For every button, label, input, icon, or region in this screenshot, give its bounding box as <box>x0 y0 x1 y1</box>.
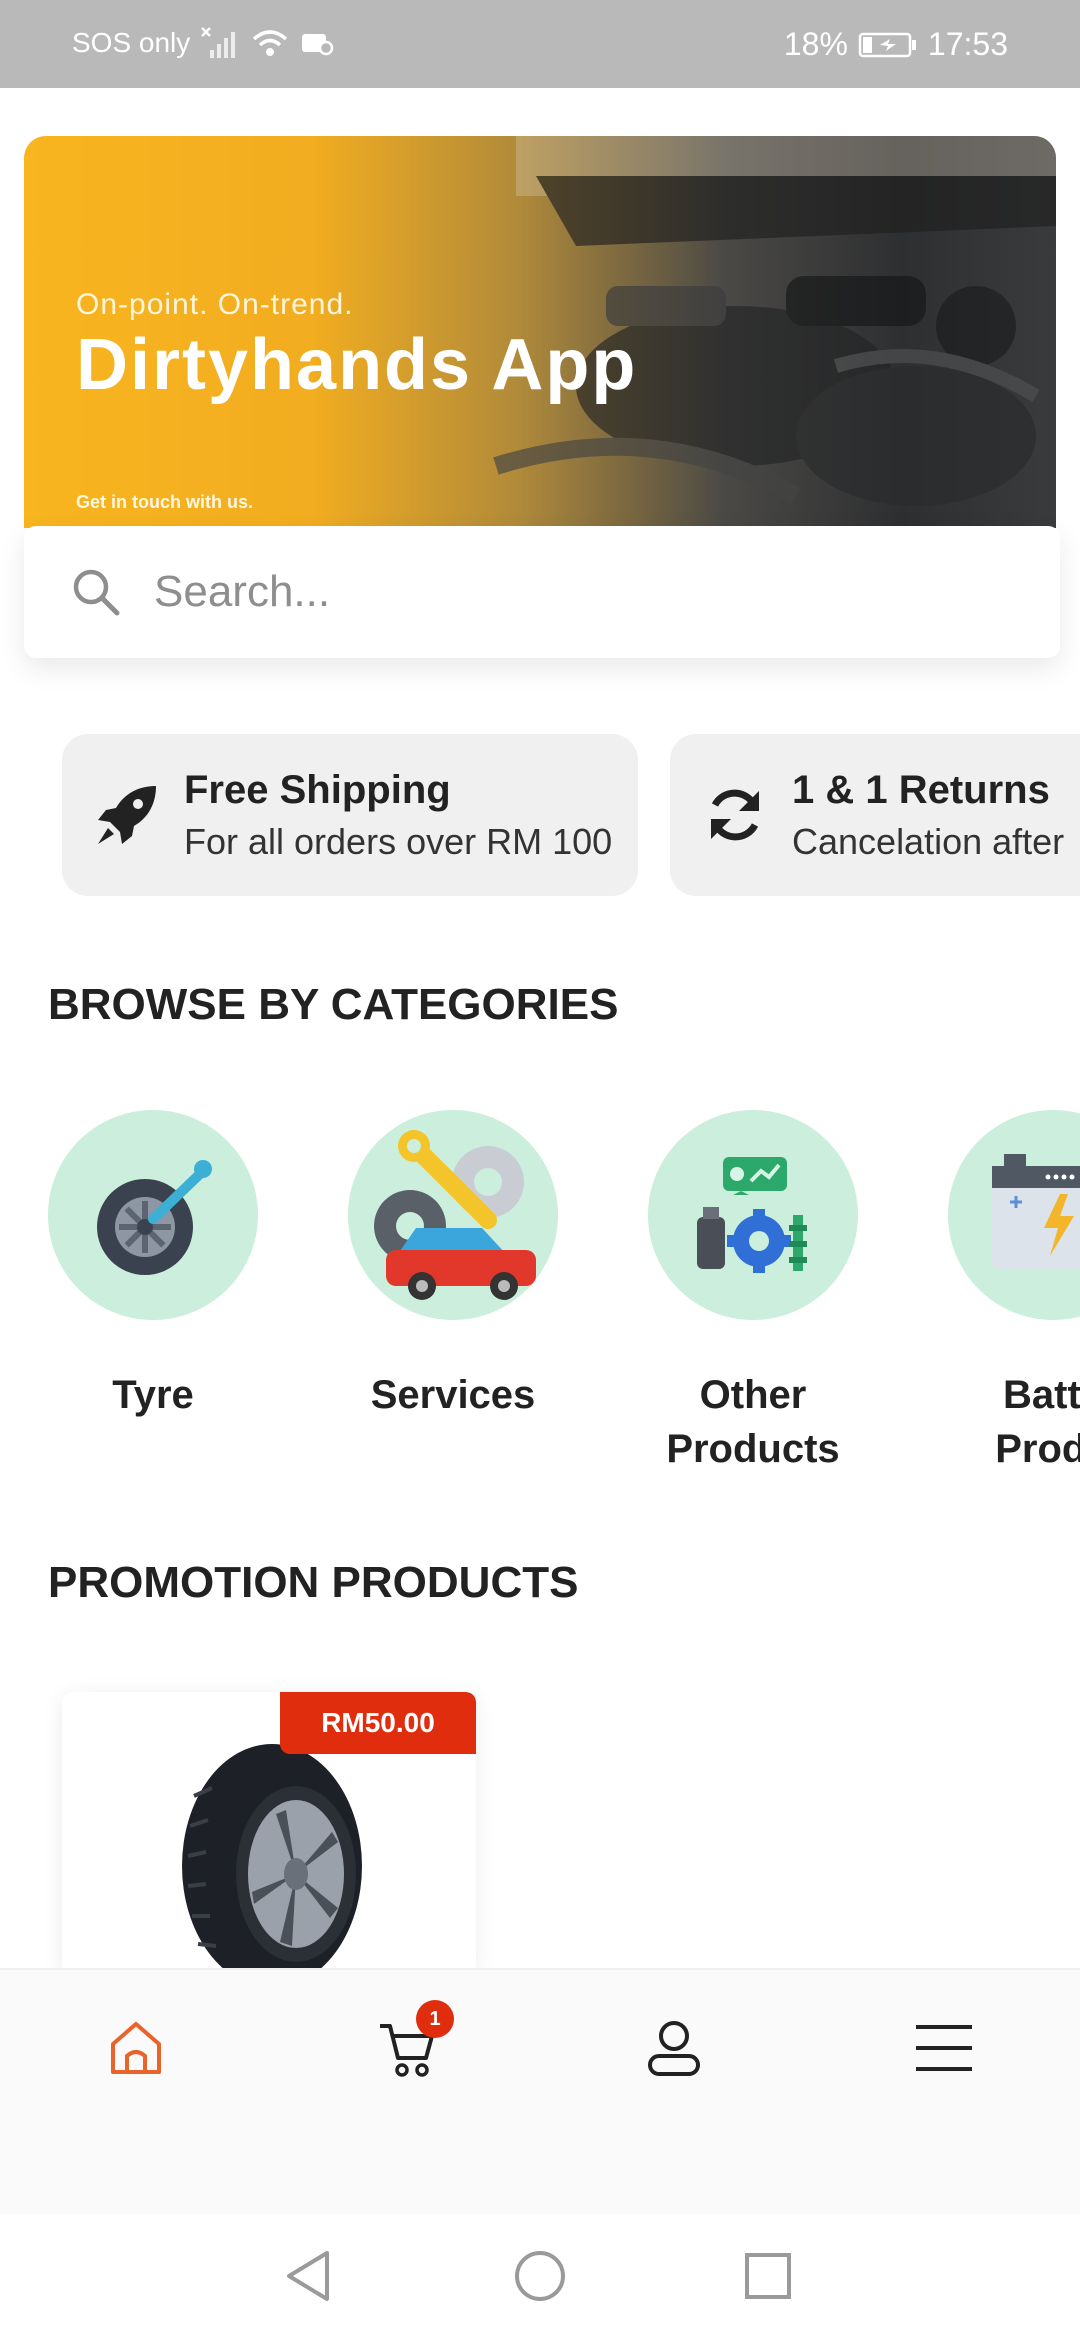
category-battery-products[interactable]: Batte Produ <box>948 1110 1080 1476</box>
battery-icon <box>858 30 918 60</box>
nav-cart[interactable]: 1 <box>366 2000 454 2090</box>
categories-carousel[interactable]: Tyre Services Other Products Batt Prod <box>0 1110 1080 1490</box>
rocket-icon <box>92 780 162 850</box>
status-left: SOS only <box>72 26 334 60</box>
feature-subtitle: For all orders over RM 100 <box>184 820 613 862</box>
home-icon <box>107 2020 165 2081</box>
category-services[interactable]: Services <box>348 1110 558 1422</box>
car-repair-icon <box>348 1110 558 1320</box>
back-button[interactable] <box>278 2248 338 2308</box>
status-bar: SOS only 18% 17:53 <box>0 0 1080 88</box>
hero-contact-text[interactable]: Get in touch with us. <box>76 492 253 513</box>
category-tyre[interactable]: Tyre <box>48 1110 258 1422</box>
search-bar[interactable] <box>24 526 1060 658</box>
hero-title: Dirtyhands App <box>76 325 638 405</box>
nav-home[interactable] <box>96 2010 176 2090</box>
price-tag: RM50.00 <box>280 1692 476 1754</box>
recents-button[interactable] <box>738 2248 798 2308</box>
categories-heading: BROWSE BY CATEGORIES <box>48 980 619 1029</box>
notification-icon <box>300 28 334 58</box>
feature-card-free-shipping[interactable]: Free Shipping For all orders over RM 100 <box>62 734 638 896</box>
hero-banner[interactable]: On-point. On-trend. Dirtyhands App Get i… <box>24 136 1056 528</box>
battery-icon <box>948 1110 1080 1320</box>
wifi-icon <box>250 27 290 59</box>
feature-title: Free Shipping <box>184 767 451 812</box>
cart-count-badge: 1 <box>416 2000 454 2038</box>
feature-text: 1 & 1 Returns Cancelation after <box>792 768 1064 863</box>
features-carousel[interactable]: Free Shipping For all orders over RM 100… <box>62 734 1080 896</box>
nav-menu[interactable] <box>904 2010 984 2090</box>
category-label: Services <box>370 1373 536 1417</box>
user-icon <box>646 2018 702 2083</box>
signal-off-icon <box>200 26 240 60</box>
search-icon <box>68 564 124 620</box>
home-system-button[interactable] <box>510 2248 570 2308</box>
clock: 17:53 <box>927 26 1008 62</box>
menu-icon <box>914 2021 974 2080</box>
category-label: Other Products <box>666 1373 840 1471</box>
battery-percent: 18% <box>783 26 848 62</box>
tyre-product-image <box>182 1744 362 1972</box>
promotion-heading: PROMOTION PRODUCTS <box>48 1558 579 1607</box>
feature-card-returns[interactable]: 1 & 1 Returns Cancelation after <box>670 734 1080 896</box>
category-other-products[interactable]: Other Products <box>648 1110 858 1476</box>
recents-square-icon <box>743 2251 793 2306</box>
system-navigation-bar <box>0 2214 1080 2340</box>
home-circle-icon <box>513 2249 567 2308</box>
tyre-icon <box>48 1110 258 1320</box>
feature-subtitle: Cancelation after <box>792 820 1065 862</box>
back-triangle-icon <box>283 2249 333 2308</box>
nav-account[interactable] <box>634 2010 714 2090</box>
refresh-icon <box>700 780 770 850</box>
network-status: SOS only <box>72 27 191 58</box>
bottom-navigation: 1 <box>0 1968 1080 2214</box>
product-card[interactable]: RM50.00 <box>62 1692 476 1972</box>
feature-title: 1 & 1 Returns <box>792 767 1050 812</box>
hero-tagline: On-point. On-trend. <box>76 288 354 321</box>
feature-text: Free Shipping For all orders over RM 100 <box>184 768 612 863</box>
category-label: Tyre <box>112 1373 194 1417</box>
category-label: Batte Produ <box>995 1373 1080 1471</box>
status-right: 18% 17:53 <box>784 26 1008 63</box>
search-input[interactable] <box>154 567 954 617</box>
parts-icon <box>648 1110 858 1320</box>
